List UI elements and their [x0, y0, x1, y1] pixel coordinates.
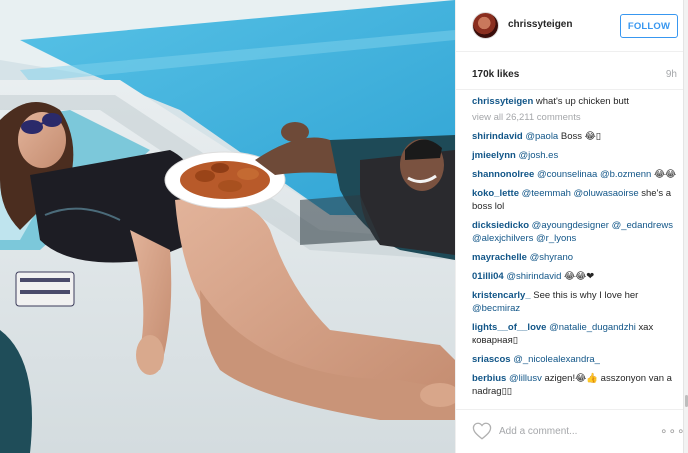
caption-text: what's up chicken butt [535, 96, 630, 107]
comment-mention[interactable]: @teemmah [522, 188, 571, 199]
more-options-icon[interactable]: ∘∘∘ [660, 424, 686, 438]
comment-mention[interactable]: @ayoungdesigner [532, 220, 609, 231]
comment-username[interactable]: lights__of__love [472, 322, 546, 333]
comment-mention[interactable]: @alexjchilvers [472, 233, 533, 244]
comment-text: See this is why I love her [533, 290, 639, 301]
comment-item: shirindavid @paola Boss 😂▯ [472, 130, 678, 143]
comment-item: sriascos @_nicolealеxandra_ [472, 353, 678, 366]
comment-mention[interactable]: @josh.es [518, 150, 558, 161]
comment-mention[interactable]: @_edandrews [612, 220, 673, 231]
comment-mention[interactable]: @becmiraz [472, 303, 520, 314]
comment-text: 😂😂 [651, 169, 677, 180]
comments-list: chrissyteigen what's up chicken butt vie… [472, 95, 678, 404]
comment-username[interactable]: 01illi04 [472, 271, 504, 282]
comment-text: 😂😂❤ [561, 271, 595, 282]
author-username[interactable]: chrissyteigen [508, 19, 572, 30]
comment-username[interactable]: berbius [472, 373, 506, 384]
comment-mention[interactable]: @natalie_dugandzhi [549, 322, 636, 333]
caption-username[interactable]: chrissyteigen [472, 96, 533, 107]
view-all-comments-link[interactable]: view all 26,211 comments [472, 111, 678, 124]
comment-item: shannonolree @counselinaa @b.ozmenn 😂😂 [472, 168, 678, 181]
comment-mention[interactable]: @shirindavid [506, 271, 561, 282]
post-sidebar: chrissyteigen FOLLOW 170k likes 9h chris… [455, 0, 686, 453]
comment-username[interactable]: koko_lette [472, 188, 519, 199]
comment-item: lights__of__love @natalie_dugandzhi хах … [472, 321, 678, 347]
comment-mention[interactable]: @shyrano [530, 252, 573, 263]
page-scrollbar[interactable] [683, 0, 688, 453]
comment-mention[interactable]: @counselinaa [537, 169, 597, 180]
comment-rows: shirindavid @paola Boss 😂▯ jmieelynn @jos… [472, 130, 678, 398]
comment-item: dicksiedicko @ayoungdesigner @_edandrews… [472, 219, 678, 245]
avatar[interactable] [472, 12, 499, 39]
comment-item: koko_lette @teemmah @oluwasaoirse she's … [472, 187, 678, 213]
comment-item: 01illi04 @shirindavid 😂😂❤ [472, 270, 678, 283]
comment-username[interactable]: mayrachelle [472, 252, 527, 263]
likes-count[interactable]: 170k likes [472, 69, 519, 80]
caption: chrissyteigen what's up chicken butt [472, 95, 678, 108]
comment-item: jmieelynn @josh.es [472, 149, 678, 162]
post-timestamp[interactable]: 9h [666, 69, 677, 80]
post-header: chrissyteigen FOLLOW [456, 0, 684, 52]
comment-username[interactable]: kristencarly_ [472, 290, 531, 301]
comment-mention[interactable]: @lillusv [509, 373, 542, 384]
heart-icon[interactable] [472, 422, 492, 440]
comment-mention[interactable]: @oluwasaoirse [574, 188, 639, 199]
post-photo[interactable] [0, 0, 455, 453]
comment-mention[interactable]: @b.ozmenn [600, 169, 651, 180]
comment-item: mayrachelle @shyrano [472, 251, 678, 264]
comment-text: Boss 😂▯ [558, 131, 601, 142]
comment-item: berbius @lillusv azigen!😂👍 asszonyon van… [472, 372, 678, 398]
post-image [0, 0, 455, 453]
comment-username[interactable]: dicksiedicko [472, 220, 529, 231]
comment-username[interactable]: sriascos [472, 354, 511, 365]
comment-item: kristencarly_ See this is why I love her… [472, 289, 678, 315]
comment-username[interactable]: shirindavid [472, 131, 523, 142]
add-comment-input[interactable] [499, 423, 639, 439]
comment-username[interactable]: jmieelynn [472, 150, 516, 161]
comment-mention[interactable]: @_nicolealеxandra_ [513, 354, 600, 365]
follow-button[interactable]: FOLLOW [620, 14, 678, 38]
comment-bar: ∘∘∘ [456, 409, 686, 453]
comment-mention[interactable]: @paola [525, 131, 558, 142]
post-stats: 170k likes 9h [456, 52, 684, 90]
comment-mention[interactable]: @r_lyons [536, 233, 576, 244]
comment-username[interactable]: shannonolree [472, 169, 534, 180]
